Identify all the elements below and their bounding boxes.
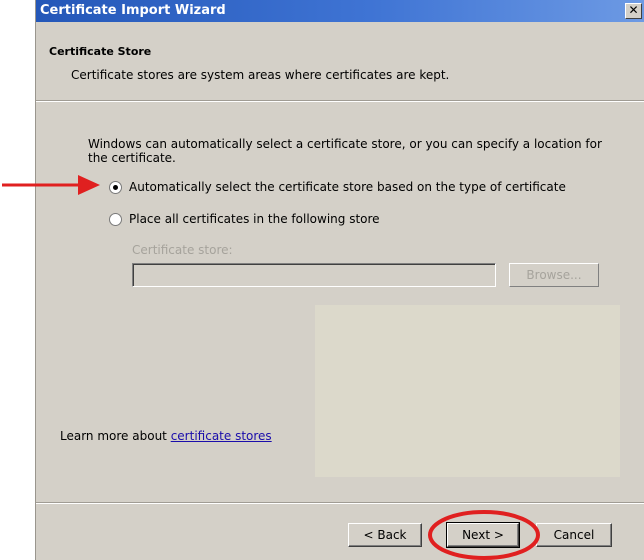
footer-separator [36, 502, 644, 504]
learn-more-prefix: Learn more about [60, 429, 171, 443]
title-bar[interactable]: Certificate Import Wizard ✕ [36, 0, 644, 22]
radio-unselected-icon[interactable] [109, 212, 122, 226]
learn-more-text: Learn more about certificate stores [60, 429, 272, 443]
certificate-import-wizard-window: Certificate Import Wizard ✕ Certificate … [35, 0, 644, 560]
back-button[interactable]: < Back [348, 523, 422, 547]
certificate-store-label: Certificate store: [132, 243, 233, 257]
close-button[interactable]: ✕ [625, 3, 642, 19]
radio-selected-icon[interactable] [109, 180, 122, 194]
browse-button: Browse... [509, 263, 599, 287]
close-icon: ✕ [628, 3, 639, 17]
page-description: Certificate stores are system areas wher… [71, 68, 450, 82]
manual-store-option[interactable]: Place all certificates in the following … [109, 211, 380, 227]
certificate-stores-link[interactable]: certificate stores [171, 429, 272, 443]
automatic-option-label[interactable]: Automatically select the certificate sto… [129, 180, 566, 194]
page-title: Certificate Store [49, 45, 152, 58]
wizard-header: Certificate Store Certificate stores are… [36, 22, 644, 100]
header-separator [36, 100, 644, 102]
certificate-store-field [132, 263, 496, 287]
wizard-image-panel [315, 305, 620, 477]
intro-text: Windows can automatically select a certi… [88, 137, 602, 165]
cancel-button[interactable]: Cancel [536, 523, 612, 547]
manual-store-option-label[interactable]: Place all certificates in the following … [129, 212, 380, 226]
window-title: Certificate Import Wizard [40, 3, 226, 18]
automatic-option[interactable]: Automatically select the certificate sto… [109, 179, 566, 195]
annotation-circle-icon [428, 510, 540, 560]
annotation-arrow-icon [2, 175, 100, 195]
